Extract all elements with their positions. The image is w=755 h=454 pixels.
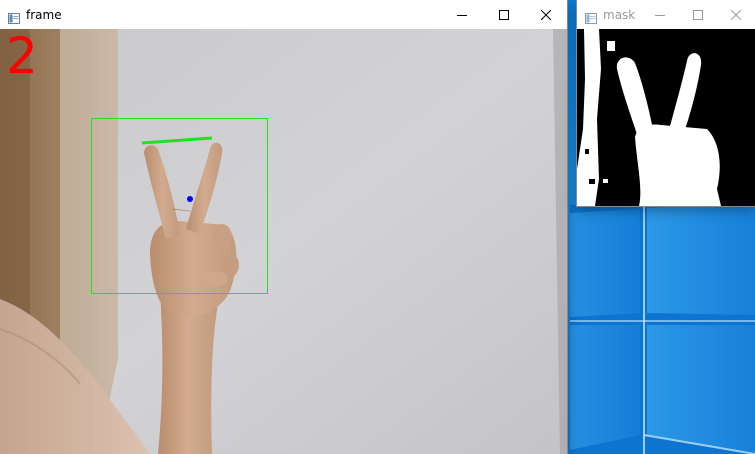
- maximize-button[interactable]: [679, 0, 717, 29]
- frame-window[interactable]: frame 2: [0, 0, 567, 454]
- detection-box: [91, 118, 268, 294]
- minimize-icon: [457, 14, 467, 16]
- binary-mask-image: [577, 29, 755, 206]
- mask-window-title: mask: [603, 7, 636, 22]
- mask-caption-buttons: [641, 0, 755, 29]
- minimize-button[interactable]: [441, 0, 483, 29]
- camera-image: [0, 29, 567, 454]
- frame-window-title: frame: [26, 7, 62, 22]
- finger-count-label: 2: [6, 29, 38, 85]
- mask-titlebar[interactable]: mask: [577, 0, 755, 29]
- minimize-button[interactable]: [641, 0, 679, 29]
- close-button[interactable]: [717, 0, 755, 29]
- maximize-button[interactable]: [483, 0, 525, 29]
- minimize-icon: [655, 14, 665, 16]
- close-icon: [731, 9, 741, 20]
- maximize-icon: [693, 9, 703, 20]
- maximize-icon: [499, 9, 509, 20]
- mask-view: [577, 29, 755, 206]
- mask-window[interactable]: mask: [577, 0, 755, 206]
- app-icon: [8, 9, 20, 24]
- frame-titlebar[interactable]: frame: [0, 0, 567, 29]
- camera-frame-view: 2: [0, 29, 567, 454]
- app-icon: [585, 9, 597, 24]
- close-icon: [541, 9, 551, 20]
- close-button[interactable]: [525, 0, 567, 29]
- windows-logo: [570, 205, 755, 454]
- frame-caption-buttons: [441, 0, 567, 29]
